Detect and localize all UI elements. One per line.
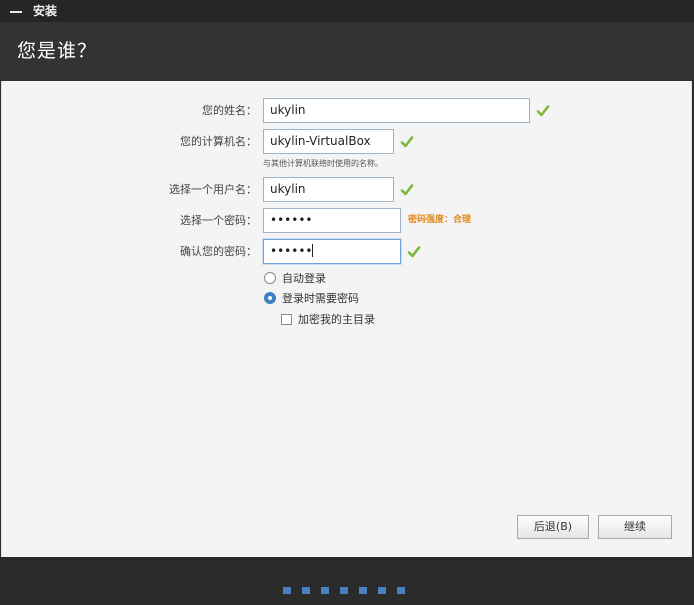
- password-field[interactable]: ••••••: [263, 208, 401, 233]
- computer-name-valid-check-icon: [400, 135, 414, 149]
- window-title: 安装: [33, 4, 58, 18]
- progress-dot: [359, 587, 367, 594]
- auto-login-radio[interactable]: 自动登录: [264, 271, 326, 287]
- continue-button[interactable]: 继续: [598, 515, 672, 539]
- encrypt-home-label: 加密我的主目录: [298, 313, 375, 326]
- title-bar: 安装: [0, 0, 694, 22]
- text-caret: [312, 244, 314, 257]
- encrypt-home-checkbox[interactable]: 加密我的主目录: [281, 312, 375, 328]
- back-button[interactable]: 后退(B): [517, 515, 589, 539]
- username-valid-check-icon: [400, 183, 414, 197]
- computer-name-field[interactable]: ukylin-VirtualBox: [263, 129, 394, 154]
- progress-dot: [321, 587, 329, 594]
- require-password-label: 登录时需要密码: [282, 292, 359, 305]
- auto-login-label: 自动登录: [282, 272, 326, 285]
- username-field[interactable]: ukylin: [263, 177, 394, 202]
- confirm-password-field[interactable]: ••••••: [263, 239, 401, 264]
- window-menu-icon[interactable]: [8, 6, 26, 18]
- username-label: 选择一个用户名：: [169, 183, 257, 196]
- checkbox-unchecked-icon: [281, 314, 292, 325]
- user-form-panel: 您的姓名： ukylin 您的计算机名： ukylin-VirtualBox 与…: [1, 81, 692, 557]
- progress-dot: [397, 587, 405, 594]
- progress-dot: [378, 587, 386, 594]
- page-header: 您是谁？: [0, 22, 694, 80]
- installer-footer: [0, 557, 694, 605]
- radio-checked-icon: [264, 292, 276, 304]
- confirm-password-label: 确认您的密码：: [180, 245, 257, 258]
- computer-name-hint: 与其他计算机联络时使用的名称。: [263, 159, 383, 168]
- progress-dot: [340, 587, 348, 594]
- name-field[interactable]: ukylin: [263, 98, 530, 123]
- confirm-password-valid-check-icon: [407, 245, 421, 259]
- name-label: 您的姓名：: [202, 104, 257, 117]
- installer-window: 安装 您是谁？ 您的姓名： ukylin 您的计算机名： ukylin-Virt…: [0, 0, 694, 605]
- password-label: 选择一个密码：: [180, 214, 257, 227]
- confirm-password-value: ••••••: [270, 244, 313, 258]
- computer-name-label: 您的计算机名：: [180, 135, 257, 148]
- name-valid-check-icon: [536, 104, 550, 118]
- require-password-radio[interactable]: 登录时需要密码: [264, 291, 359, 307]
- progress-dot: [302, 587, 310, 594]
- page-title: 您是谁？: [17, 40, 98, 62]
- progress-dot: [283, 587, 291, 594]
- radio-unchecked-icon: [264, 272, 276, 284]
- password-strength-text: 密码强度：合理: [408, 215, 472, 225]
